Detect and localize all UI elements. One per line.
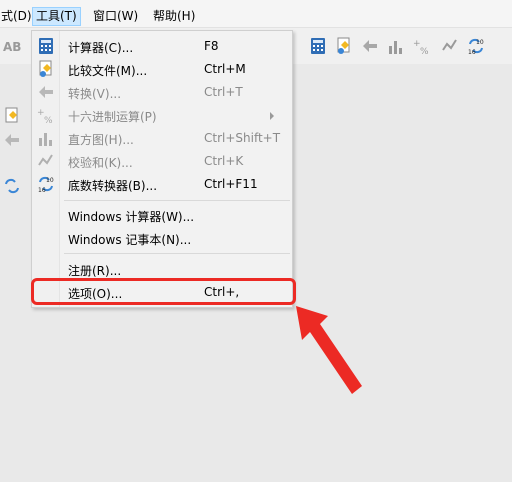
- text-style-icon[interactable]: AB: [2, 36, 22, 56]
- submenu-arrow-icon: [270, 112, 274, 120]
- menu-bar: 式(D) 工具(T) 窗口(W) 帮助(H): [0, 0, 512, 28]
- menu-item-label: 底数转换器(B)...: [68, 179, 158, 193]
- menu-item-label: Windows 记事本(N)...: [68, 233, 192, 247]
- menu-item-label: 注册(R)...: [68, 264, 122, 278]
- menu-item-shortcut: Ctrl+K: [204, 154, 244, 168]
- convert-icon: [39, 86, 53, 98]
- menu-item-label: Windows 计算器(W)...: [68, 210, 195, 224]
- svg-text:AB: AB: [3, 40, 21, 54]
- menu-item-shortcut: Ctrl+Shift+T: [204, 131, 281, 145]
- menu-item-histogram[interactable]: 直方图(H)... Ctrl+Shift+T: [34, 127, 290, 150]
- menu-item-label: 转换(V)...: [68, 87, 122, 101]
- menu-item-checksum[interactable]: 校验和(K)... Ctrl+K: [34, 150, 290, 173]
- base-converter-icon[interactable]: 10 16: [466, 36, 486, 56]
- menu-item-windows-notepad[interactable]: Windows 记事本(N)...: [34, 227, 290, 250]
- calculator-icon[interactable]: [308, 36, 328, 56]
- menu-tools[interactable]: 工具(T): [32, 7, 81, 26]
- svg-text:10: 10: [476, 39, 484, 46]
- histogram-icon[interactable]: [386, 36, 406, 56]
- compare-files-icon[interactable]: [334, 36, 354, 56]
- menu-item-compare-files[interactable]: 比较文件(M)... Ctrl+M: [34, 58, 290, 81]
- svg-text:%: %: [420, 47, 429, 56]
- hex-math-icon[interactable]: + %: [412, 36, 432, 56]
- menu-item-label: 比较文件(M)...: [68, 64, 148, 78]
- hex-math-icon: + %: [37, 108, 53, 125]
- convert-icon[interactable]: [2, 130, 22, 150]
- menu-item-shortcut: F8: [204, 39, 219, 53]
- histogram-icon: [39, 133, 52, 146]
- menu-item-base-converter[interactable]: 10 16 底数转换器(B)... Ctrl+F11: [34, 173, 290, 196]
- menu-item-label: 直方图(H)...: [68, 133, 134, 147]
- annotation-arrow-icon: [296, 306, 362, 394]
- menu-item-shortcut: Ctrl+F11: [204, 177, 258, 191]
- menu-item-windows-calculator[interactable]: Windows 计算器(W)...: [34, 204, 290, 227]
- calculator-icon: [39, 38, 53, 54]
- menu-help[interactable]: 帮助(H): [150, 7, 198, 26]
- checksum-icon: [38, 154, 53, 166]
- menu-item-label: 计算器(C)...: [68, 41, 134, 55]
- compare-files-icon: [39, 60, 52, 77]
- convert-icon[interactable]: [360, 36, 380, 56]
- svg-text:10: 10: [46, 177, 54, 184]
- checksum-icon[interactable]: [440, 36, 460, 56]
- compare-files-icon[interactable]: [2, 106, 22, 126]
- menu-window[interactable]: 窗口(W): [90, 7, 141, 26]
- base-converter-icon: 10 16: [38, 176, 54, 194]
- menu-item-label: 校验和(K)...: [68, 156, 133, 170]
- tools-menu-dropdown: 计算器(C)... F8 比较文件(M)... Ctrl+M 转换(V)... …: [31, 30, 293, 308]
- menu-item-calculator[interactable]: 计算器(C)... F8: [34, 35, 290, 58]
- menu-item-shortcut: Ctrl+T: [204, 85, 243, 99]
- menu-item-shortcut: Ctrl+M: [204, 62, 246, 76]
- base-converter-icon[interactable]: [2, 176, 22, 196]
- menu-item-hex-operations[interactable]: + % 十六进制运算(P): [34, 104, 290, 127]
- annotation-highlight-box: [31, 278, 296, 305]
- svg-text:%: %: [44, 116, 53, 125]
- menu-separator: [64, 200, 290, 201]
- svg-text:16: 16: [468, 49, 476, 56]
- menu-item-label: 十六进制运算(P): [68, 110, 157, 124]
- menu-item-convert[interactable]: 转换(V)... Ctrl+T: [34, 81, 290, 104]
- svg-text:16: 16: [38, 187, 46, 194]
- menu-format[interactable]: 式(D): [0, 7, 35, 26]
- menu-separator: [64, 253, 290, 254]
